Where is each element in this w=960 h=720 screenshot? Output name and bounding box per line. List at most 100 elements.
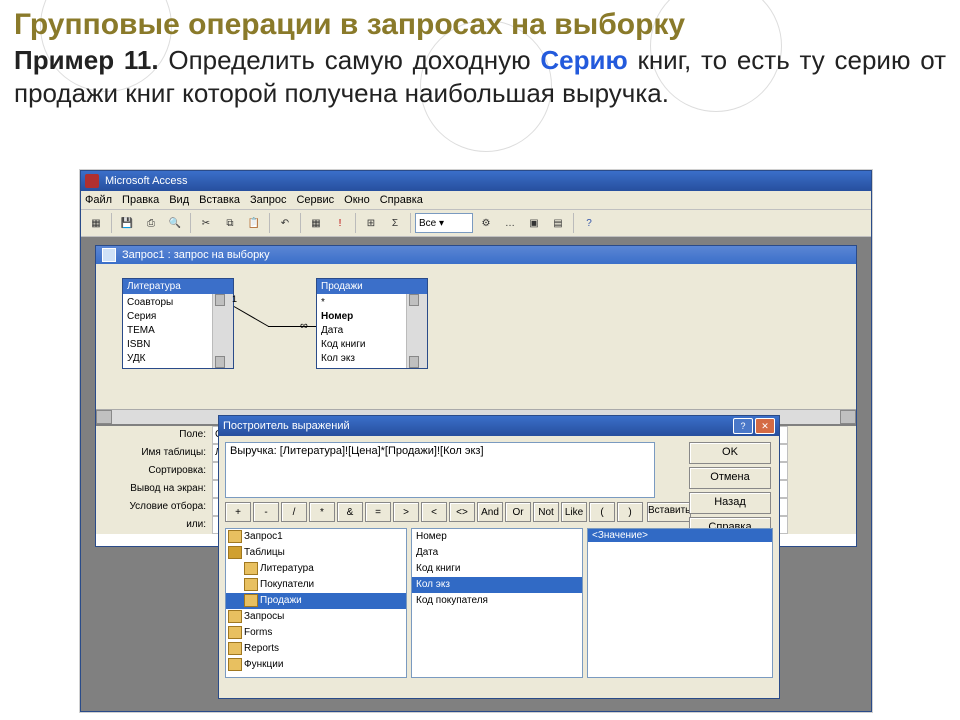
menu-insert[interactable]: Вставка — [199, 194, 240, 206]
op-mul[interactable]: * — [309, 502, 335, 522]
expression-textarea[interactable]: Выручка: [Литература]![Цена]*[Продажи]![… — [225, 442, 655, 498]
value-pane[interactable]: <Значение> — [587, 528, 773, 678]
field-list-pane[interactable]: Номер Дата Код книги Кол экз Код покупат… — [411, 528, 583, 678]
cancel-button[interactable]: Отмена — [689, 467, 771, 489]
tree-item-forms[interactable]: Forms — [226, 625, 406, 641]
tree-item-query[interactable]: Запрос1 — [226, 529, 406, 545]
totals-icon[interactable]: Σ — [384, 212, 406, 234]
field-list-scrollbar[interactable] — [406, 294, 427, 368]
expression-builder-body: Выручка: [Литература]![Цена]*[Продажи]![… — [219, 436, 779, 704]
menu-window[interactable]: Окно — [344, 194, 370, 206]
show-table-icon[interactable]: ⊞ — [360, 212, 382, 234]
window-controls: ? ✕ — [733, 418, 775, 434]
tree-item-reports[interactable]: Reports — [226, 641, 406, 657]
menu-help[interactable]: Справка — [380, 194, 423, 206]
menu-tools[interactable]: Сервис — [296, 194, 334, 206]
top-values-label: Все — [419, 218, 436, 229]
toolbar-separator — [573, 213, 574, 233]
op-not[interactable]: Not — [533, 502, 559, 522]
op-eq[interactable]: = — [365, 502, 391, 522]
op-lparen[interactable]: ( — [589, 502, 615, 522]
mid-item[interactable]: Код покупателя — [412, 593, 582, 609]
mid-item-selected[interactable]: Кол экз — [412, 577, 582, 593]
tree-item-queries[interactable]: Запросы — [226, 609, 406, 625]
toolbar-separator — [300, 213, 301, 233]
copy-icon[interactable]: ⧉ — [219, 212, 241, 234]
grid-label-or: или: — [96, 516, 212, 534]
op-rparen[interactable]: ) — [617, 502, 643, 522]
back-button[interactable]: Назад — [689, 492, 771, 514]
toolbar-separator — [190, 213, 191, 233]
mid-item[interactable]: Номер — [412, 529, 582, 545]
tree-item-functions[interactable]: Функции — [226, 657, 406, 673]
menu-query[interactable]: Запрос — [250, 194, 286, 206]
category-tree-pane[interactable]: Запрос1 Таблицы Литература Покупатели Пр… — [225, 528, 407, 678]
op-gt[interactable]: > — [393, 502, 419, 522]
operator-row: + - / * & = > < <> And Or Not Like ( ) В… — [225, 502, 655, 522]
table-prodazhi[interactable]: Продажи * Номер Дата Код книги Кол экз — [316, 278, 428, 369]
top-values-combo[interactable]: Все ▾ — [415, 213, 473, 233]
scroll-right-button[interactable] — [840, 410, 856, 424]
help-icon[interactable]: ? — [578, 212, 600, 234]
toolbar-view-icon[interactable]: ▦ — [85, 212, 107, 234]
new-object-icon[interactable]: ▤ — [547, 212, 569, 234]
tree-item-prodazhi[interactable]: Продажи — [226, 593, 406, 609]
op-like[interactable]: Like — [561, 502, 587, 522]
menu-view[interactable]: Вид — [169, 194, 189, 206]
value-pane-header[interactable]: <Значение> — [588, 529, 772, 542]
tree-item-pokupateli[interactable]: Покупатели — [226, 577, 406, 593]
relation-cardinality-one: 1 — [232, 294, 237, 304]
expression-panes: Запрос1 Таблицы Литература Покупатели Пр… — [225, 528, 773, 678]
preview-icon[interactable]: 🔍 — [164, 212, 186, 234]
table-literatura-fields[interactable]: Соавторы Серия ТЕМА ISBN УДК — [123, 294, 233, 368]
op-amp[interactable]: & — [337, 502, 363, 522]
run-icon[interactable]: ! — [329, 212, 351, 234]
close-window-button[interactable]: ✕ — [755, 418, 775, 434]
access-app-icon — [85, 174, 99, 188]
grid-label-sort: Сортировка: — [96, 462, 212, 480]
query-type-icon[interactable]: ▦ — [305, 212, 327, 234]
op-lt[interactable]: < — [421, 502, 447, 522]
database-window-icon[interactable]: ▣ — [523, 212, 545, 234]
query-window-icon — [102, 248, 116, 262]
undo-icon[interactable]: ↶ — [274, 212, 296, 234]
cut-icon[interactable]: ✂ — [195, 212, 217, 234]
menu-edit[interactable]: Правка — [122, 194, 159, 206]
expression-text: Выручка: [Литература]![Цена]*[Продажи]![… — [230, 445, 484, 457]
grid-label-field: Поле: — [96, 426, 212, 444]
op-minus[interactable]: - — [253, 502, 279, 522]
table-prodazhi-fields[interactable]: * Номер Дата Код книги Кол экз — [317, 294, 427, 368]
mid-item[interactable]: Код книги — [412, 561, 582, 577]
app-title: Microsoft Access — [105, 175, 188, 187]
op-ne[interactable]: <> — [449, 502, 475, 522]
op-or[interactable]: Or — [505, 502, 531, 522]
op-plus[interactable]: + — [225, 502, 251, 522]
field-list-scrollbar[interactable] — [212, 294, 233, 368]
paste-icon[interactable]: 📋 — [243, 212, 265, 234]
tree-item-literatura[interactable]: Литература — [226, 561, 406, 577]
slide-title: Групповые операции в запросах на выборку — [0, 0, 960, 42]
paste-button[interactable]: Вставить — [647, 502, 691, 522]
mid-item[interactable]: Дата — [412, 545, 582, 561]
toolbar-separator — [111, 213, 112, 233]
properties-icon[interactable]: ⚙ — [475, 212, 497, 234]
relation-line[interactable] — [234, 306, 269, 327]
op-and[interactable]: And — [477, 502, 503, 522]
expression-builder-titlebar: Построитель выражений ? ✕ — [219, 416, 779, 436]
save-icon[interactable]: 💾 — [116, 212, 138, 234]
op-div[interactable]: / — [281, 502, 307, 522]
menu-file[interactable]: Файл — [85, 194, 112, 206]
query-diagram-area[interactable]: Литература Соавторы Серия ТЕМА ISBN УДК … — [96, 264, 856, 426]
toolbar-separator — [355, 213, 356, 233]
query-titlebar: Запрос1 : запрос на выборку — [96, 246, 856, 264]
build-icon[interactable]: … — [499, 212, 521, 234]
print-icon[interactable]: ⎙ — [140, 212, 162, 234]
table-literatura-title: Литература — [123, 279, 233, 294]
table-literatura[interactable]: Литература Соавторы Серия ТЕМА ISBN УДК — [122, 278, 234, 369]
grid-label-criteria: Условие отбора: — [96, 498, 212, 516]
tree-item-tables[interactable]: Таблицы — [226, 545, 406, 561]
ok-button[interactable]: OK — [689, 442, 771, 464]
help-window-button[interactable]: ? — [733, 418, 753, 434]
relation-line[interactable] — [268, 326, 316, 327]
scroll-left-button[interactable] — [96, 410, 112, 424]
